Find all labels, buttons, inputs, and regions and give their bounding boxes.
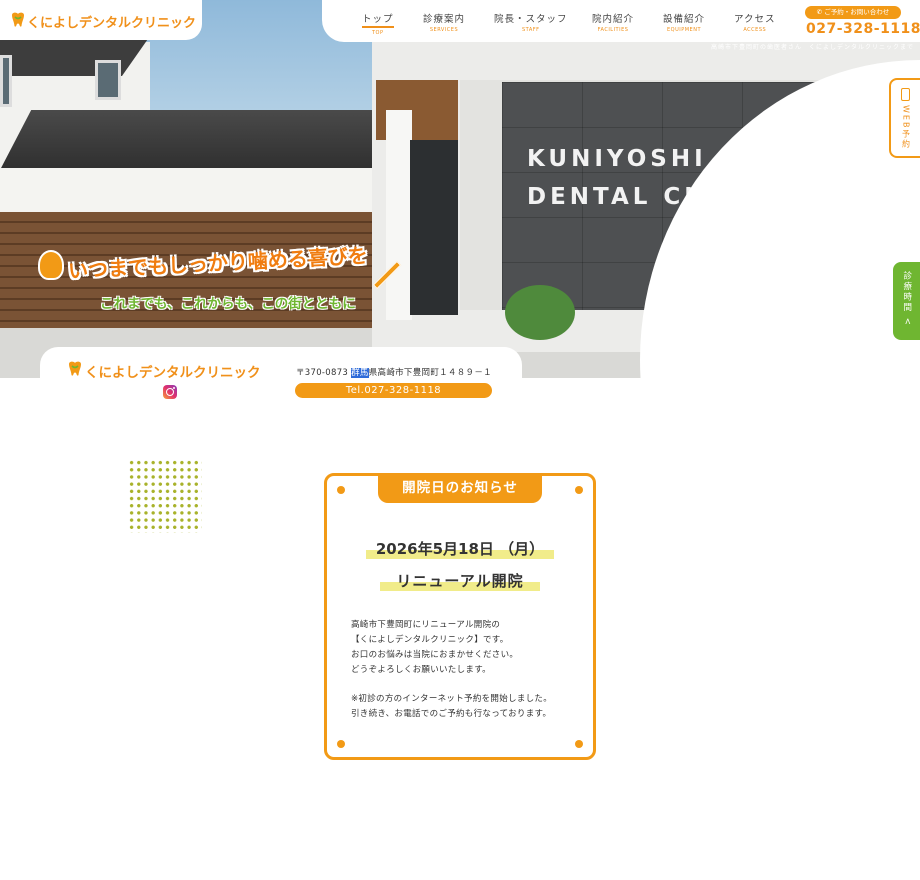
hero-window bbox=[0, 55, 12, 107]
notice-body-line: 引き続き、お電話でのご予約も行なっております。 bbox=[351, 709, 552, 719]
address-rest: 県高崎市下豊岡町１４８９－１ bbox=[368, 368, 492, 378]
web-reserve-label: WEB予約 bbox=[901, 105, 911, 150]
hours-tab-label: 診療時間 < bbox=[901, 271, 912, 327]
nav-item-staff[interactable]: 院長・スタッフ STAFF bbox=[494, 11, 568, 33]
notice-event: リニューアル開院 bbox=[396, 572, 524, 590]
header-phone-number[interactable]: 027-328-1118 bbox=[806, 21, 920, 37]
web-reserve-tab[interactable]: WEB予約 bbox=[889, 78, 920, 158]
card-corner-dot bbox=[337, 486, 345, 494]
nav-label: アクセス bbox=[734, 14, 776, 25]
hours-tab[interactable]: 診療時間 < bbox=[893, 262, 920, 340]
address-prefecture: 群馬 bbox=[351, 368, 369, 378]
hero-banner: KUNIYOSHI DENTAL CLINIC 高崎市下豊岡町の歯医者さん くに… bbox=[0, 0, 920, 378]
notice-body-line: 【くによしデンタルクリニック】です。 bbox=[351, 635, 509, 645]
hero-pillar bbox=[386, 110, 412, 320]
info-logo-text: くによしデンタルクリニック bbox=[85, 365, 261, 381]
nav-sublabel: TOP bbox=[372, 30, 384, 36]
instagram-icon[interactable] bbox=[163, 385, 177, 399]
nav-label: 設備紹介 bbox=[663, 14, 706, 25]
notice-body-line: ※初診の方のインターネット予約を開始しました。 bbox=[351, 694, 553, 704]
smartphone-icon bbox=[901, 88, 910, 101]
nav-item-access[interactable]: アクセス ACCESS bbox=[734, 11, 776, 33]
nav-item-equipment[interactable]: 設備紹介 EQUIPMENT bbox=[663, 11, 705, 33]
nav-label: トップ bbox=[362, 11, 394, 28]
hero-small-note: 高崎市下豊岡町の歯医者さん くによしデンタルクリニックまで bbox=[710, 44, 914, 51]
nav-label: 診療案内 bbox=[423, 14, 466, 25]
nav-item-top[interactable]: トップ TOP bbox=[362, 11, 394, 36]
tel-button[interactable]: Tel.027-328-1118 bbox=[295, 383, 492, 398]
notice-body-line: どうぞよろしくお願いいたします。 bbox=[351, 665, 491, 675]
hero-tagline-sub: これまでも、これからも、この街とともに bbox=[100, 296, 356, 312]
card-corner-dot bbox=[575, 486, 583, 494]
tooth-logo-icon bbox=[12, 12, 24, 27]
header-logo-text: くによしデンタルクリニック bbox=[27, 16, 197, 31]
nav-sublabel: FACILITIES bbox=[597, 27, 629, 33]
address-postal: 〒370-0873 bbox=[296, 368, 352, 378]
tooth-logo-icon bbox=[69, 361, 81, 376]
nav-label: 院長・スタッフ bbox=[494, 14, 568, 25]
nav-sublabel: ACCESS bbox=[743, 27, 767, 33]
nav-sublabel: STAFF bbox=[522, 27, 540, 33]
notice-card-tab: 開院日のお知らせ bbox=[378, 473, 542, 503]
card-corner-dot bbox=[337, 740, 345, 748]
header-logo[interactable]: くによしデンタルクリニック bbox=[0, 0, 202, 40]
contact-label: ご予約・お問い合わせ bbox=[824, 8, 890, 16]
dot-pattern-decoration bbox=[128, 459, 202, 533]
nav-item-services[interactable]: 診療案内 SERVICES bbox=[423, 11, 465, 33]
card-corner-dot bbox=[575, 740, 583, 748]
clinic-address: 〒370-0873 群馬県高崎市下豊岡町１４８９－１ bbox=[296, 366, 492, 378]
hero-roof-main bbox=[0, 110, 390, 170]
nav-label: 院内紹介 bbox=[592, 14, 635, 25]
hero-window bbox=[95, 60, 121, 100]
notice-body-line: 高崎市下豊岡町にリニューアル開院の bbox=[351, 620, 501, 630]
tooth-mascot-icon bbox=[38, 250, 64, 280]
nav-item-facilities[interactable]: 院内紹介 FACILITIES bbox=[592, 11, 634, 33]
notice-body-line: お口のお悩みは当院におまかせください。 bbox=[351, 650, 519, 660]
nav-sublabel: EQUIPMENT bbox=[667, 27, 702, 33]
hero-entrance bbox=[410, 140, 458, 315]
contact-button[interactable]: ✆ ご予約・お問い合わせ bbox=[805, 6, 901, 19]
notice-date: 2026年5月18日 （月） bbox=[375, 540, 545, 558]
hero-shrub bbox=[505, 285, 575, 340]
nav-sublabel: SERVICES bbox=[429, 27, 459, 33]
